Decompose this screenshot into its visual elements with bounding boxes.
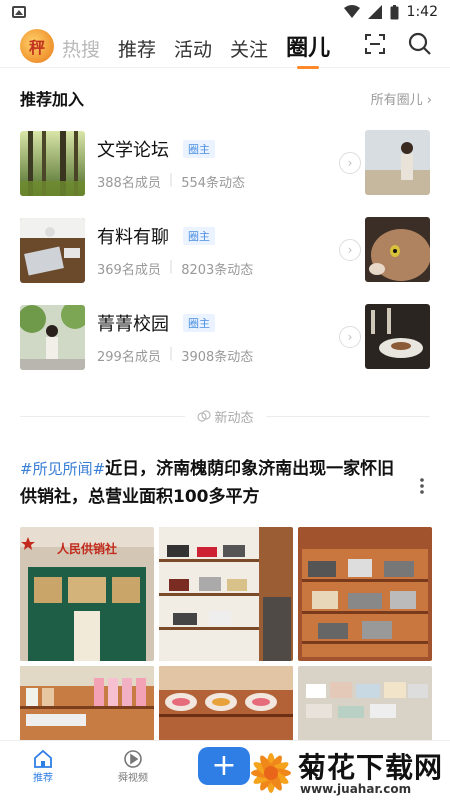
circle-thumbnail: [20, 217, 85, 283]
gallery-notification-icon: [12, 6, 26, 18]
member-count: 299名成员: [97, 349, 161, 365]
new-posts-divider: 新动态: [20, 405, 431, 427]
wifi-icon: [343, 5, 360, 18]
sparkle-icon: [196, 410, 211, 422]
owner-badge: 圈主: [183, 139, 215, 158]
tab-bar-label: 舜视频: [118, 773, 148, 784]
signal-icon: [367, 5, 382, 19]
side-thumbnail[interactable]: [365, 130, 430, 195]
section-title: 推荐加入: [20, 90, 85, 109]
circle-thumbnail: [20, 130, 85, 196]
sign-text: 人民供销社: [57, 541, 117, 556]
chevron-right-icon[interactable]: ›: [339, 239, 361, 261]
circle-name: 菁菁校园: [97, 313, 169, 335]
post-image[interactable]: [159, 527, 293, 661]
tab-follow[interactable]: 关注: [230, 35, 268, 62]
app-logo[interactable]: 秤: [20, 28, 54, 63]
member-count: 369名成员: [97, 262, 161, 278]
tab-bar-video[interactable]: 舜视频: [118, 749, 148, 784]
tab-bar-recommend[interactable]: 推荐: [32, 749, 54, 784]
chrysanthemum-logo-icon: [251, 753, 291, 793]
play-circle-icon: [124, 750, 142, 768]
post-count: 554条动态: [181, 175, 246, 191]
member-count: 388名成员: [97, 175, 161, 191]
circle-name: 文学论坛: [97, 139, 169, 161]
watermark-title: 菊花下载网: [298, 751, 444, 784]
side-thumbnail[interactable]: [365, 304, 430, 369]
side-thumbnail[interactable]: [365, 217, 430, 282]
create-post-button[interactable]: +: [198, 747, 250, 785]
owner-badge: 圈主: [183, 313, 215, 332]
recommended-header: 推荐加入 所有圈儿 ›: [20, 86, 432, 110]
divider-label: 新动态: [214, 410, 254, 426]
post-image[interactable]: 人民供销社: [20, 527, 154, 661]
owner-badge: 圈主: [183, 226, 215, 245]
post-title[interactable]: #所见所闻#近日，济南槐荫印象济南出现一家怀旧供销社，总营业面积100多平方: [20, 455, 400, 511]
circle-name: 有料有聊: [97, 226, 169, 248]
top-nav: 秤 热搜 推荐 活动 关注 圈儿: [0, 24, 450, 68]
status-bar: 1:42: [0, 0, 450, 24]
clock: 1:42: [406, 4, 438, 20]
more-options-icon[interactable]: [414, 476, 430, 496]
tab-bar-label: 推荐: [33, 773, 53, 784]
all-circles-link[interactable]: 所有圈儿 ›: [371, 89, 432, 108]
watermark: 菊花下载网 www.juahar.com: [246, 742, 450, 800]
post-count: 8203条动态: [181, 262, 254, 278]
post-count: 3908条动态: [181, 349, 254, 365]
tab-circles[interactable]: 圈儿: [286, 30, 330, 62]
circle-thumbnail: [20, 304, 85, 370]
tab-activity[interactable]: 活动: [174, 35, 212, 62]
scan-icon[interactable]: [364, 33, 386, 55]
home-icon: [34, 749, 52, 768]
post-image[interactable]: [298, 527, 432, 661]
chevron-right-icon[interactable]: ›: [339, 152, 361, 174]
nav-tabs: 热搜 推荐 活动 关注 圈儿: [62, 24, 330, 68]
tab-hot-search[interactable]: 热搜: [62, 35, 100, 62]
tab-recommend[interactable]: 推荐: [118, 35, 156, 62]
post-topic-tag[interactable]: #所见所闻#: [20, 460, 105, 478]
battery-icon: [390, 4, 399, 19]
search-icon[interactable]: [408, 32, 432, 56]
watermark-url: www.juahar.com: [300, 782, 412, 796]
chevron-right-icon[interactable]: ›: [339, 326, 361, 348]
